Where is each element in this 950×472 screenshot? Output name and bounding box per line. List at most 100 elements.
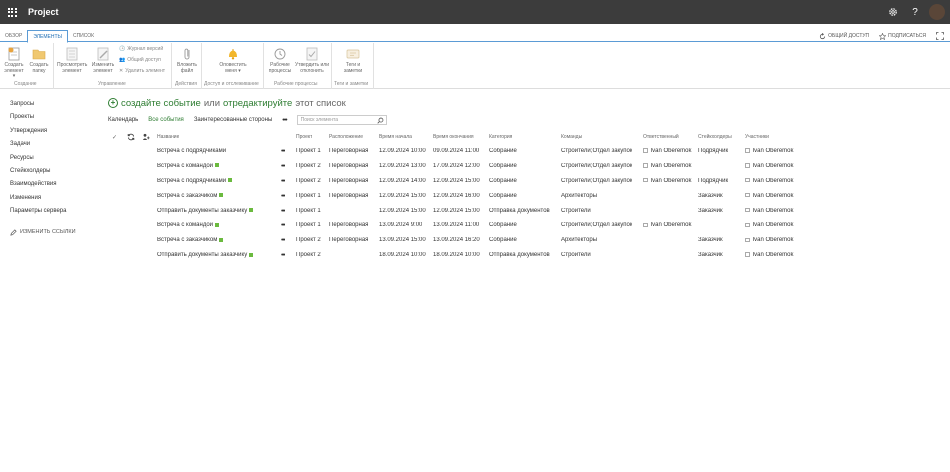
add-icon[interactable]: + [108, 98, 118, 108]
sync-icon[interactable] [127, 133, 135, 143]
delete-item-button[interactable]: ✕ Удалить элемент [119, 68, 165, 74]
view-calendar[interactable]: Календарь [108, 117, 138, 123]
row-menu-icon[interactable]: ••• [281, 237, 285, 244]
col-header-stakeholders[interactable]: Стейкхолдеры [698, 134, 732, 140]
event-title-link[interactable]: Встреча с командой [157, 163, 220, 169]
participant-person[interactable]: Ivan Oberemok [745, 237, 794, 243]
event-title-link[interactable]: Встреча с подрядчиками [157, 178, 233, 184]
edit-links-button[interactable]: ИЗМЕНИТЬ ССЫЛКИ [10, 228, 100, 236]
col-header-project[interactable]: Проект [296, 134, 312, 140]
nav-item-server-settings[interactable]: Параметры сервера [10, 207, 100, 220]
table-row[interactable]: Встреча с командой ••• Проект 1 Переговорна… [108, 222, 928, 237]
participant-person[interactable]: Ivan Oberemok [745, 163, 794, 169]
start-time-cell: 13.09.2024 15:00 [379, 237, 426, 244]
project-cell: Проект 2 [296, 237, 321, 244]
row-menu-icon[interactable]: ••• [281, 208, 285, 215]
event-title-link[interactable]: Отправить документы заказчику [157, 252, 254, 259]
nav-item-approvals[interactable]: Утверждения [10, 127, 100, 140]
shared-with-button[interactable]: 👥 Общий доступ [119, 57, 161, 63]
col-header-category[interactable]: Категория [489, 134, 512, 140]
row-menu-icon[interactable]: ••• [281, 178, 285, 185]
event-title-link[interactable]: Отправить документы заказчику [157, 208, 254, 214]
focus-icon[interactable] [936, 32, 944, 40]
row-menu-icon[interactable]: ••• [281, 193, 285, 200]
participant-person[interactable]: Ivan Oberemok [745, 208, 794, 214]
search-icon[interactable] [377, 117, 384, 124]
tab-browse[interactable]: ОБЗОР [0, 30, 27, 42]
responsible-person[interactable]: Ivan Oberemok [643, 148, 692, 154]
select-all-checkmark-icon[interactable]: ✓ [112, 134, 117, 141]
col-header-responsible[interactable]: Ответственный [643, 134, 679, 140]
new-item-button[interactable]: Создать элемент ▾ [3, 47, 25, 80]
table-row[interactable]: Встреча с подрядчиками ••• Проект 2 Перегов… [108, 178, 928, 193]
nav-item-projects[interactable]: Проекты [10, 113, 100, 126]
col-header-location[interactable]: Расположение [329, 134, 363, 140]
view-all-events[interactable]: Все события [148, 117, 184, 123]
event-title-link[interactable]: Встреча с командой [157, 222, 220, 228]
row-menu-icon[interactable]: ••• [281, 222, 285, 229]
responsible-name: Ivan Oberemok [650, 222, 692, 229]
avatar[interactable] [929, 4, 945, 20]
follow-button[interactable]: ПОДПИСАТЬСЯ [879, 32, 926, 40]
attach-file-button[interactable]: Вложить файл [175, 47, 199, 74]
col-header-participants[interactable]: Участники [745, 134, 769, 140]
event-title-link[interactable]: Встреча с подрядчиками [157, 148, 226, 154]
participant-person[interactable]: Ivan Oberemok [745, 193, 794, 199]
nav-item-interactions[interactable]: Взаимодействия [10, 180, 100, 193]
event-title-link[interactable]: Встреча с заказчиком [157, 193, 224, 199]
headline-or: или [203, 97, 221, 109]
share-button[interactable]: ОБЩИЙ ДОСТУП [819, 32, 869, 40]
alert-me-button[interactable]: Оповестить меня ▾ [216, 47, 250, 74]
responsible-person[interactable]: Ivan Oberemok [643, 163, 692, 169]
col-header-title[interactable]: Название [157, 134, 179, 140]
table-row[interactable]: Отправить документы заказчику ••• Проект 2… [108, 252, 928, 267]
edit-item-button[interactable]: Изменить элемент [89, 47, 117, 74]
participant-person[interactable]: Ivan Oberemok [745, 148, 794, 154]
participant-person[interactable]: Ivan Oberemok [745, 252, 794, 258]
table-row[interactable]: Встреча с заказчиком ••• Проект 2 Переговор… [108, 237, 928, 252]
search-input[interactable]: Поиск элемента [296, 115, 387, 125]
nav-item-tasks[interactable]: Задачи [10, 140, 100, 153]
event-title-link[interactable]: Встреча с заказчиком [157, 237, 224, 243]
table-row[interactable]: Встреча с подрядчиками ••• Проект 1 Перегов… [108, 148, 928, 163]
new-folder-button[interactable]: Создать папку [28, 47, 50, 74]
nav-item-changes[interactable]: Изменения [10, 194, 100, 207]
responsible-person[interactable]: Ivan Oberemok [643, 222, 692, 228]
waffle-icon[interactable] [0, 0, 24, 24]
tags-notes-button[interactable]: Теги и заметки [338, 47, 368, 74]
edit-list-link[interactable]: отредактируйте [223, 98, 292, 109]
nav-item-stakeholders[interactable]: Стейкхолдеры [10, 167, 100, 180]
help-icon[interactable]: ? [904, 0, 926, 24]
tab-list[interactable]: СПИСОК [68, 30, 99, 42]
end-time-cell: 13.09.2024 16:20 [433, 237, 480, 244]
row-menu-icon[interactable]: ••• [281, 252, 285, 259]
workflows-button[interactable]: Рабочие процессы [266, 47, 294, 74]
participant-person[interactable]: Ivan Oberemok [745, 178, 794, 184]
col-header-teams[interactable]: Команды [561, 134, 582, 140]
more-views-button[interactable]: ••• [282, 117, 287, 124]
event-title: Отправить документы заказчику [157, 252, 248, 259]
group-label-share: Доступ и отслеживание [204, 81, 259, 87]
participant-person[interactable]: Ivan Oberemok [745, 222, 794, 228]
nav-item-resources[interactable]: Ресурсы [10, 154, 100, 167]
table-row[interactable]: Отправить документы заказчику ••• Проект 1… [108, 208, 928, 223]
app-title[interactable]: Project [28, 7, 59, 17]
responsible-person[interactable]: Ivan Oberemok [643, 178, 692, 184]
col-header-start[interactable]: Время начала [379, 134, 412, 140]
attachment-column-icon[interactable] [142, 133, 150, 143]
row-menu-icon[interactable]: ••• [281, 148, 285, 155]
presence-icon [643, 222, 648, 228]
tab-items[interactable]: ЭЛЕМЕНТЫ [27, 30, 68, 43]
approve-reject-button[interactable]: Утвердить или отклонить [294, 47, 330, 74]
view-item-button[interactable]: Просмотреть элемент [57, 47, 87, 74]
gear-icon[interactable] [882, 0, 904, 24]
view-stakeholders[interactable]: Заинтересованные стороны [194, 117, 272, 123]
table-row[interactable]: Встреча с заказчиком ••• Проект 1 Переговор… [108, 193, 928, 208]
col-header-end[interactable]: Время окончания [433, 134, 474, 140]
nav-item-requests[interactable]: Запросы [10, 100, 100, 113]
table-row[interactable]: Встреча с командой ••• Проект 2 Переговорна… [108, 163, 928, 178]
create-event-link[interactable]: создайте событие [121, 98, 201, 109]
row-menu-icon[interactable]: ••• [281, 163, 285, 170]
participant-name: Ivan Oberemok [752, 237, 794, 244]
version-history-button[interactable]: 🕒 Журнал версий [119, 46, 163, 52]
